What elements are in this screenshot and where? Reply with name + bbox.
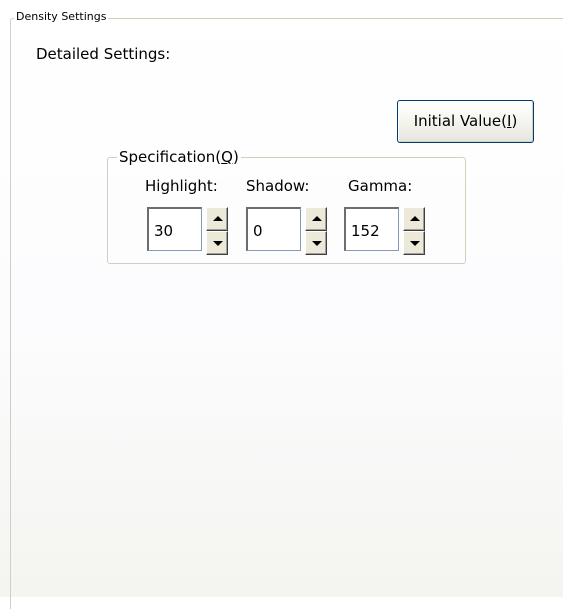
shadow-label: Shadow:	[246, 177, 310, 195]
triangle-up-icon	[312, 216, 322, 221]
detailed-settings-label: Detailed Settings:	[36, 45, 171, 63]
triangle-up-icon	[410, 216, 420, 221]
triangle-down-icon	[213, 241, 223, 246]
density-settings-title: Density Settings	[14, 10, 109, 24]
highlight-spin-down-button[interactable]	[206, 231, 228, 255]
highlight-label: Highlight:	[145, 177, 218, 195]
shadow-spin-down-button[interactable]	[305, 231, 327, 255]
initial-value-label-prefix: Initial Value(	[413, 112, 508, 130]
highlight-spin-up-button[interactable]	[206, 207, 228, 231]
gamma-spin-up-button[interactable]	[403, 207, 425, 231]
specification-title-suffix: )	[232, 148, 239, 166]
gamma-label: Gamma:	[348, 177, 413, 195]
highlight-input[interactable]	[147, 207, 202, 251]
highlight-spinner	[206, 207, 228, 255]
shadow-spinner	[305, 207, 327, 255]
triangle-up-icon	[213, 216, 223, 221]
gamma-spin-down-button[interactable]	[403, 231, 425, 255]
specification-mnemonic: Q	[221, 148, 233, 166]
specification-title-prefix: Specification(	[119, 148, 222, 166]
shadow-spin-up-button[interactable]	[305, 207, 327, 231]
shadow-input[interactable]	[246, 207, 301, 251]
gamma-input[interactable]	[344, 207, 399, 251]
triangle-down-icon	[410, 241, 420, 246]
initial-value-button[interactable]: Initial Value(I)	[397, 100, 534, 143]
triangle-down-icon	[312, 241, 322, 246]
initial-value-label-suffix: )	[511, 112, 518, 130]
density-settings-panel: Density Settings Detailed Settings: Init…	[0, 0, 563, 609]
specification-title: Specification(Q)	[117, 147, 241, 167]
gamma-spinner	[403, 207, 425, 255]
